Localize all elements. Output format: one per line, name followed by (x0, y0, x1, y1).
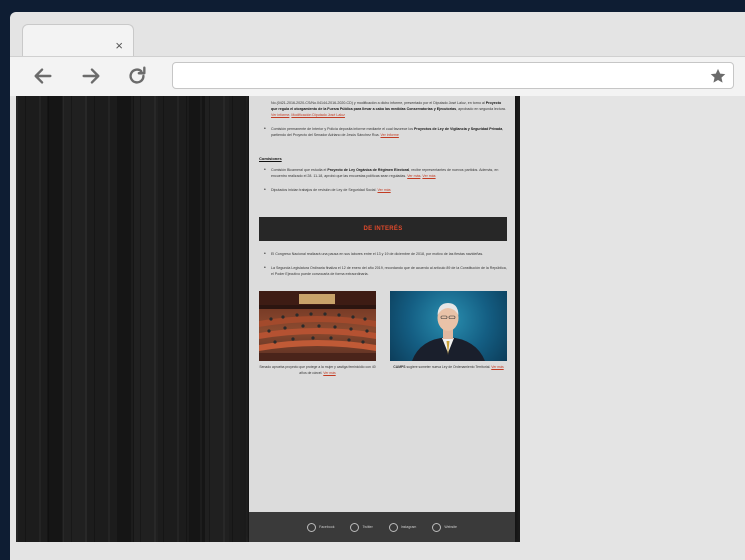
paragraph-text: Comisión permanente de Interior y Policí… (271, 127, 415, 131)
newsletter-footer: Facebook Twitter Instagram Website (249, 512, 515, 542)
report-link[interactable]: Modificación Diputado José Laluz (291, 113, 345, 117)
social-label: Website (444, 525, 457, 529)
news-card: CAMPS sugiere someter nueva Ley de Orden… (390, 291, 507, 376)
news-photos: Senado aprueba proyecto que protege a la… (259, 291, 507, 376)
browser-window: × No.(0421-2016-2020-CS/No.04144-2016-20… (10, 12, 745, 560)
news-card: Senado aprueba proyecto que protege a la… (259, 291, 376, 376)
forward-arrow-icon (82, 68, 100, 84)
paragraph-text: , aprobado en segunda lectura. (456, 107, 506, 111)
reload-button[interactable] (122, 62, 152, 90)
paragraph-text: No.(0421-2016-2020-CS/No.04144-2016-2020… (271, 101, 486, 105)
social-label: Facebook (319, 525, 335, 529)
report-bullet: Comisión permanente de Interior y Policí… (264, 126, 507, 138)
social-label: Instagram (400, 525, 417, 529)
caption-text: sugiere someter nueva Ley de Ordenamient… (405, 365, 491, 369)
facebook-icon (307, 522, 317, 532)
page-viewport[interactable]: No.(0421-2016-2020-CS/No.04144-2016-2020… (16, 96, 520, 542)
browser-tab[interactable]: × (22, 24, 134, 58)
browser-toolbar (10, 56, 745, 96)
paragraph-text: Diputados inician trabajos de revisión d… (271, 188, 377, 192)
back-button[interactable] (28, 62, 58, 90)
social-label: Twitter (362, 525, 373, 529)
interest-bullet: La Segunda Legislatura Ordinaria finaliz… (264, 265, 507, 277)
bookmark-star-icon[interactable] (709, 67, 727, 85)
interest-banner: DE INTERÉS (259, 217, 507, 241)
address-bar[interactable] (172, 62, 734, 89)
back-arrow-icon (34, 68, 52, 84)
interest-bullet: El Congreso Nacional realizará una pausa… (264, 251, 507, 257)
portrait-photo[interactable] (390, 291, 507, 361)
senate-chamber-photo[interactable] (259, 291, 376, 361)
photo-caption: CAMPS sugiere someter nueva Ley de Orden… (390, 365, 507, 371)
caption-text: Senado aprueba proyecto que protege a la… (259, 365, 376, 375)
caption-bold: CAMPS (393, 365, 406, 369)
commission-link[interactable]: Ver más (422, 174, 435, 178)
photo-caption: Senado aprueba proyecto que protege a la… (259, 365, 376, 376)
social-instagram[interactable]: Instagram (388, 522, 417, 532)
caption-link[interactable]: Ver más (491, 365, 503, 369)
website-icon (432, 522, 442, 532)
report-link[interactable]: Ver informe (271, 113, 289, 117)
commission-link[interactable]: Ver más (377, 188, 390, 192)
commission-bullet: Comisión Bicameral que estudia el Proyec… (264, 167, 507, 179)
tab-close-icon[interactable]: × (115, 39, 123, 52)
commission-link[interactable]: Ver más (407, 174, 420, 178)
social-website[interactable]: Website (432, 522, 457, 532)
reload-icon (129, 66, 146, 84)
forward-button[interactable] (76, 62, 106, 90)
paragraph-bold: Proyectos de Ley de Vigilancia y Segurid… (414, 127, 503, 131)
commission-bullet: Diputados inician trabajos de revisión d… (264, 187, 507, 193)
paragraph-bold: Proyecto de Ley Orgánica de Régimen Elec… (327, 168, 410, 172)
social-facebook[interactable]: Facebook (307, 522, 335, 532)
report-link[interactable]: Ver informe (380, 133, 398, 137)
banner-title: DE INTERÉS (363, 226, 403, 232)
instagram-icon (388, 522, 398, 532)
caption-link[interactable]: Ver más (323, 371, 335, 375)
paragraph-text: Comisión Bicameral que estudia el (271, 168, 328, 172)
twitter-icon (350, 522, 360, 532)
social-twitter[interactable]: Twitter (350, 522, 373, 532)
report-paragraph: No.(0421-2016-2020-CS/No.04144-2016-2020… (271, 101, 506, 117)
newsletter-page: No.(0421-2016-2020-CS/No.04144-2016-2020… (249, 96, 515, 542)
section-title: Comisiones (259, 156, 282, 161)
